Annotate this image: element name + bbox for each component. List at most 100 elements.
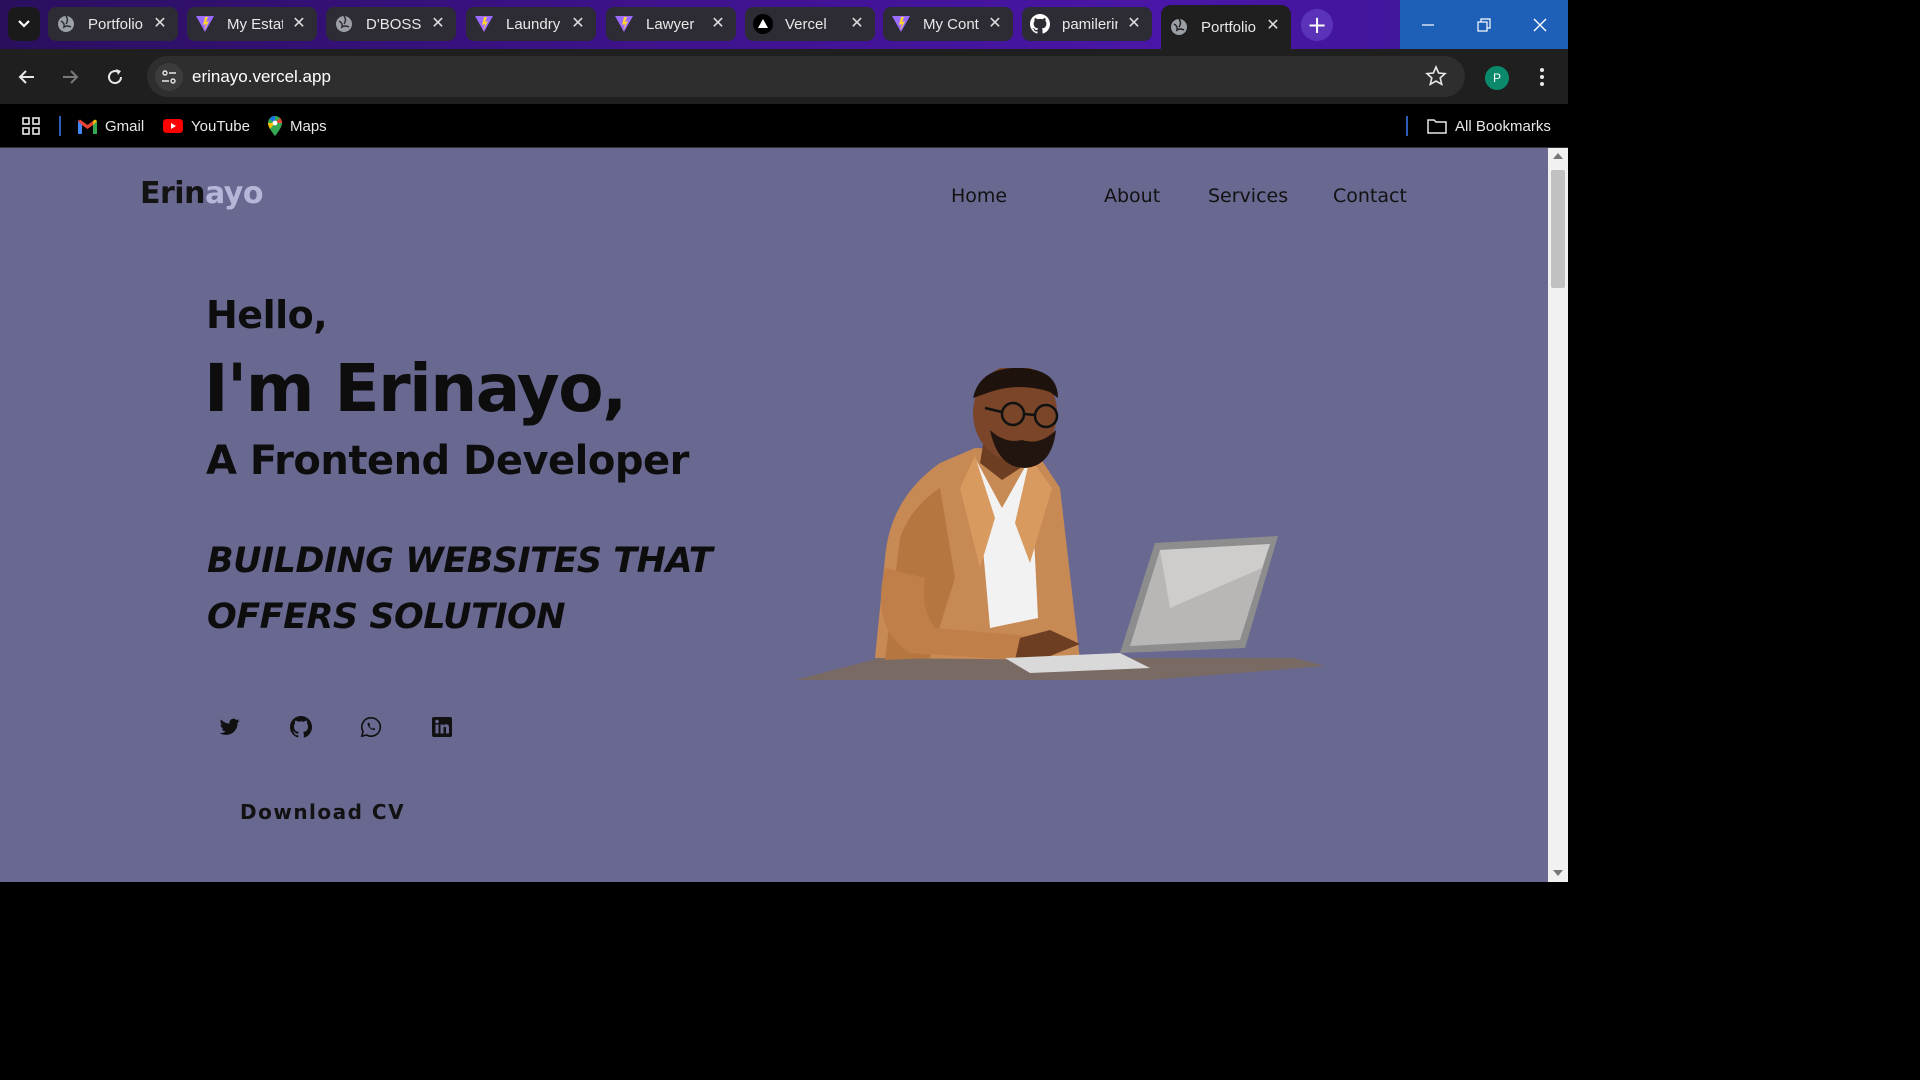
- close-icon[interactable]: ✕: [430, 15, 446, 32]
- bookmark-gmail[interactable]: Gmail: [78, 113, 144, 139]
- tab-portfolio-active[interactable]: Portfolio ✕: [1161, 5, 1291, 49]
- hero-name: I'm Erinayo,: [204, 350, 627, 427]
- gmail-icon: [78, 119, 97, 134]
- all-bookmarks-label: All Bookmarks: [1455, 117, 1551, 135]
- youtube-icon: [163, 119, 183, 133]
- bookmark-maps[interactable]: Maps: [268, 113, 327, 139]
- tab-vercel[interactable]: Vercel ✕: [745, 7, 875, 41]
- maps-icon: [268, 116, 282, 136]
- tab-label: D'BOSS: [366, 15, 422, 33]
- close-icon: [1533, 18, 1547, 31]
- new-tab-button[interactable]: +: [1301, 9, 1333, 41]
- tab-laundry[interactable]: Laundry ✕: [466, 7, 596, 41]
- browser-toolbar: erinayo.vercel.app P: [0, 49, 1568, 104]
- minimize-button[interactable]: [1400, 0, 1456, 49]
- scroll-up-arrow-icon[interactable]: [1553, 153, 1563, 159]
- tab-label: My Contacts: [923, 15, 979, 33]
- bookmarks-bar: Gmail YouTube Maps All Bookmarks: [0, 104, 1568, 148]
- chevron-down-icon: [18, 20, 30, 28]
- apps-button[interactable]: [22, 113, 40, 139]
- tab-my-contacts[interactable]: My Contacts ✕: [883, 7, 1013, 41]
- tab-lawyer[interactable]: Lawyer ✕: [606, 7, 736, 41]
- browser-menu-button[interactable]: [1530, 61, 1554, 93]
- tab-label: Portfolio: [1201, 18, 1257, 36]
- minimize-icon: [1422, 23, 1434, 26]
- vercel-icon: [753, 14, 773, 34]
- address-bar[interactable]: erinayo.vercel.app: [147, 56, 1465, 97]
- nav-home[interactable]: Home: [951, 185, 1007, 207]
- close-icon[interactable]: ✕: [710, 15, 726, 32]
- close-icon[interactable]: ✕: [291, 15, 307, 32]
- plus-icon: +: [1306, 11, 1328, 39]
- close-icon[interactable]: ✕: [849, 15, 865, 32]
- forward-button[interactable]: [54, 61, 86, 93]
- tab-label: pamilerin: [1062, 15, 1118, 33]
- restore-icon: [1477, 17, 1491, 32]
- all-bookmarks-button[interactable]: All Bookmarks: [1427, 113, 1551, 139]
- more-vert-icon: [1540, 68, 1544, 86]
- developer-illustration: [795, 368, 1325, 680]
- back-button[interactable]: [11, 61, 43, 93]
- bookmark-label: Gmail: [105, 117, 145, 135]
- hero-role: A Frontend Developer: [206, 438, 689, 484]
- tab-label: My Estate: [227, 15, 283, 33]
- nav-about[interactable]: About: [1104, 185, 1160, 207]
- hero-greeting: Hello,: [206, 293, 328, 337]
- tab-my-estate[interactable]: My Estate ✕: [187, 7, 317, 41]
- vite-icon: [474, 14, 494, 34]
- nav-contact[interactable]: Contact: [1333, 185, 1407, 207]
- twitter-icon[interactable]: [217, 714, 243, 740]
- tagline-line-1: BUILDING WEBSITES THAT: [207, 541, 713, 581]
- tab-github-pamilerin[interactable]: pamilerin ✕: [1022, 7, 1152, 41]
- vite-icon: [195, 14, 215, 34]
- tab-label: Portfolio: [88, 15, 144, 33]
- bookmark-star-icon[interactable]: [1425, 64, 1447, 91]
- tab-label: Vercel: [785, 15, 827, 33]
- page-scrollbar[interactable]: [1548, 148, 1568, 882]
- site-info-icon[interactable]: [155, 63, 183, 91]
- github-icon[interactable]: [288, 714, 314, 740]
- close-icon[interactable]: ✕: [152, 15, 168, 32]
- site-logo[interactable]: Erinayo: [140, 176, 263, 211]
- logo-part-1: Erin: [140, 176, 205, 211]
- tab-portfolio-1[interactable]: Portfolio ✕: [48, 7, 178, 41]
- url-text[interactable]: erinayo.vercel.app: [192, 67, 331, 87]
- bookmark-label: Maps: [290, 117, 327, 135]
- web-page: Erinayo Home About Services Contact Hell…: [0, 148, 1548, 882]
- close-icon[interactable]: ✕: [987, 15, 1003, 32]
- nav-services[interactable]: Services: [1208, 185, 1288, 207]
- scrollbar-thumb[interactable]: [1551, 170, 1565, 288]
- arrow-right-icon: [63, 70, 79, 84]
- github-icon: [1030, 14, 1050, 34]
- vite-icon: [891, 14, 911, 34]
- tab-label: Laundry: [506, 15, 561, 33]
- linkedin-icon[interactable]: [429, 714, 455, 740]
- close-icon[interactable]: ✕: [1126, 15, 1142, 32]
- folder-icon: [1427, 118, 1447, 134]
- download-cv-button[interactable]: Download CV: [240, 800, 405, 824]
- close-icon[interactable]: ✕: [1265, 17, 1281, 34]
- scroll-down-arrow-icon[interactable]: [1553, 870, 1563, 876]
- restore-button[interactable]: [1456, 0, 1512, 49]
- tab-search-button[interactable]: [8, 7, 40, 41]
- hero-tagline: BUILDING WEBSITES THAT OFFERS SOLUTION: [207, 533, 727, 645]
- tab-label: Lawyer: [646, 15, 695, 33]
- whatsapp-icon[interactable]: [358, 714, 384, 740]
- tab-dboss[interactable]: D'BOSS ✕: [326, 7, 456, 41]
- vite-icon: [614, 14, 634, 34]
- bookmark-label: YouTube: [191, 117, 250, 135]
- profile-avatar[interactable]: P: [1485, 66, 1509, 90]
- tab-strip: Portfolio ✕ My Estate ✕ D'BOSS ✕ Laundry…: [0, 0, 1568, 49]
- logo-part-2: ayo: [204, 176, 264, 211]
- reload-button[interactable]: [99, 61, 131, 93]
- bookmarks-divider: [59, 116, 61, 136]
- globe-icon: [334, 14, 354, 34]
- tagline-line-2: OFFERS SOLUTION: [207, 597, 566, 637]
- close-icon[interactable]: ✕: [570, 15, 586, 32]
- globe-icon: [56, 14, 76, 34]
- bookmark-youtube[interactable]: YouTube: [163, 113, 250, 139]
- globe-icon: [1169, 17, 1189, 37]
- arrow-left-icon: [18, 70, 34, 84]
- reload-icon: [108, 69, 123, 85]
- close-window-button[interactable]: [1512, 0, 1568, 49]
